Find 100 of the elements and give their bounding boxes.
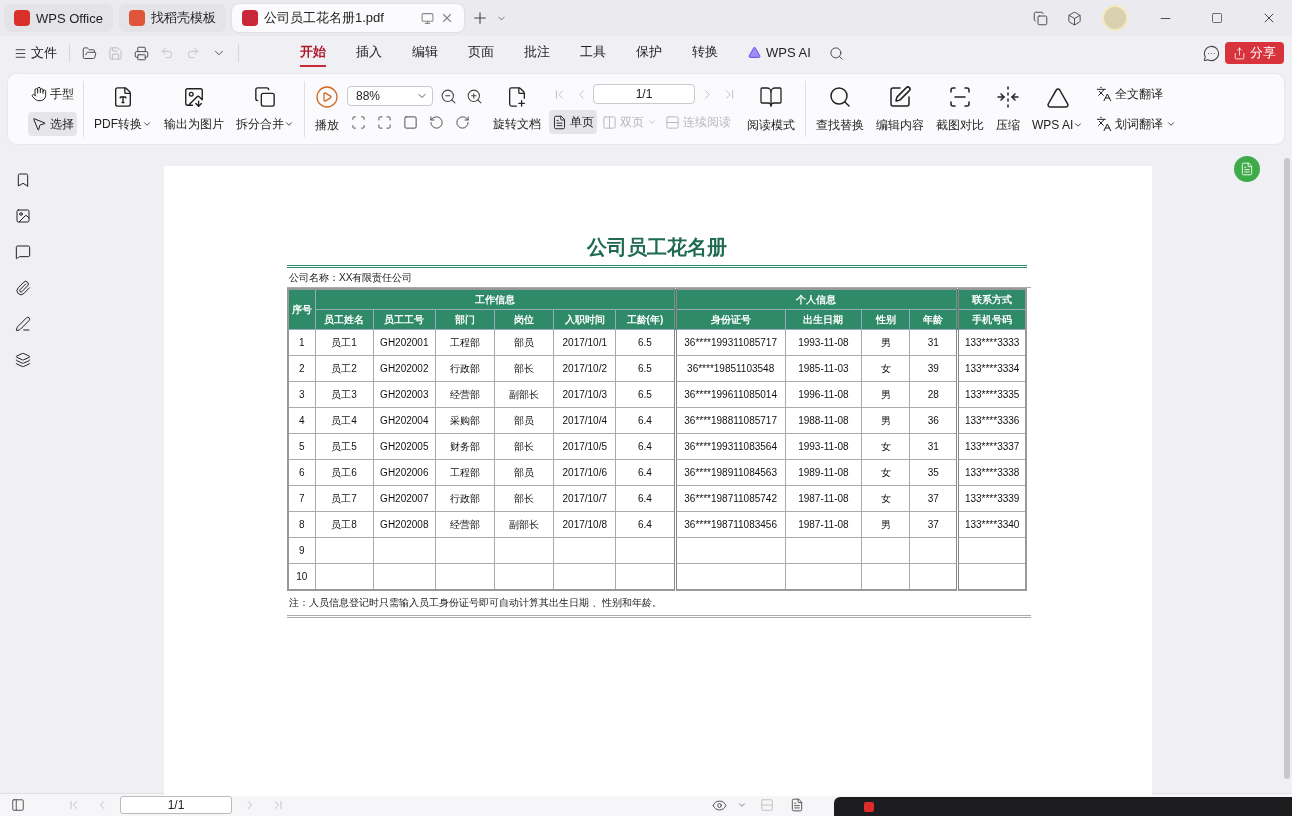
actual-size-icon[interactable]: [350, 114, 366, 130]
header-cell: 序号: [288, 289, 316, 330]
rotate-left-icon[interactable]: [428, 114, 444, 130]
floating-tool-button[interactable]: [1234, 156, 1260, 182]
menu-tab[interactable]: 保护: [636, 39, 662, 67]
window-tab[interactable]: WPS Office: [4, 4, 113, 32]
ribbon-button[interactable]: 查找替换: [814, 84, 866, 134]
table-cell: 2017/10/4: [553, 407, 616, 434]
table-cell: 3: [288, 381, 316, 408]
table-cell: 2017/10/5: [553, 433, 616, 460]
caret-icon[interactable]: [737, 800, 747, 810]
ribbon-button[interactable]: WPS AI: [1030, 86, 1086, 132]
table-cell: 女: [861, 485, 910, 512]
file-menu[interactable]: 文件: [8, 44, 63, 62]
ribbon-button[interactable]: 拆分合并: [234, 85, 296, 133]
share-button[interactable]: 分享: [1225, 42, 1284, 64]
chat-icon[interactable]: [1202, 44, 1220, 62]
maximize-icon[interactable]: [1211, 12, 1223, 24]
pointer-tool[interactable]: 手型: [28, 82, 77, 106]
table-cell: 1: [288, 329, 316, 356]
window-tab[interactable]: 公司员工花名册1.pdf: [231, 4, 464, 32]
layers-icon[interactable]: [15, 352, 31, 368]
fit-width-icon[interactable]: [402, 114, 418, 130]
book-icon: [759, 84, 783, 109]
menu-tab[interactable]: WPS AI: [748, 40, 811, 66]
document-icon: [1240, 162, 1254, 176]
caret-icon: [142, 119, 152, 129]
window-tab[interactable]: 找稻壳模板: [118, 4, 226, 32]
table-cell: 2017/10/3: [553, 381, 616, 408]
pen-icon[interactable]: [15, 316, 31, 332]
monitor-icon[interactable]: [420, 11, 434, 25]
attachment-icon[interactable]: [15, 280, 31, 296]
cube-icon[interactable]: [1066, 10, 1082, 26]
search-icon: [828, 84, 852, 109]
table-cell: 133****3335: [957, 381, 1026, 408]
table-cell: 副部长: [494, 381, 554, 408]
ribbon-button[interactable]: 输出为图片: [162, 85, 226, 133]
read-mode-button[interactable]: 阅读模式: [745, 84, 797, 134]
table-note: 注：人员信息登记时只需输入员工身份证号即可自动计算其出生日期 、性别和年龄。: [287, 591, 1031, 618]
ribbon-button[interactable]: PDF转换: [92, 85, 154, 133]
fit-page-icon[interactable]: [376, 114, 392, 130]
table-cell: 6: [288, 459, 316, 486]
table-cell: GH202006: [373, 459, 436, 486]
search-icon[interactable]: [829, 45, 845, 61]
table-cell: 员工4: [315, 407, 374, 434]
table-cell: 采购部: [435, 407, 495, 434]
zoom-in-icon[interactable]: [465, 87, 483, 105]
translate-button[interactable]: 全文翻译: [1093, 82, 1180, 106]
image-icon[interactable]: [15, 208, 31, 224]
play-button[interactable]: 播放: [313, 84, 341, 134]
page-icon: [552, 114, 567, 130]
window-icon[interactable]: [1032, 10, 1048, 26]
table-cell: 部员: [494, 407, 554, 434]
table-cell: 2017/10/1: [553, 329, 616, 356]
bookmark-icon[interactable]: [15, 172, 31, 188]
menu-tab[interactable]: 开始: [300, 39, 326, 67]
sidebar-toggle-icon[interactable]: [11, 798, 25, 812]
table-cell: 部长: [494, 433, 554, 460]
record-icon[interactable]: [864, 801, 874, 812]
table-cell: 1985-11-03: [785, 355, 862, 382]
group-header-cell: 联系方式: [957, 289, 1026, 310]
ribbon-button[interactable]: 压缩: [994, 84, 1022, 134]
zoom-select[interactable]: 88%: [347, 86, 433, 106]
menu-tab[interactable]: 工具: [580, 39, 606, 67]
table-cell: 133****3336: [957, 407, 1026, 434]
zoom-out-icon[interactable]: [439, 87, 457, 105]
page-field[interactable]: 1/1: [593, 84, 695, 104]
table-cell: 133****3339: [957, 485, 1026, 512]
menu-tab[interactable]: 页面: [468, 39, 494, 67]
ribbon-button[interactable]: 截图对比: [934, 84, 986, 134]
menu-tab[interactable]: 插入: [356, 39, 382, 67]
scrollbar-thumb[interactable]: [1284, 158, 1290, 779]
ribbon-button[interactable]: 编辑内容: [874, 84, 926, 134]
menu-tab[interactable]: 转换: [692, 39, 718, 67]
rotate-right-icon[interactable]: [454, 114, 470, 130]
group-header-cell: 个人信息: [675, 289, 958, 310]
page-field[interactable]: 1/1: [120, 796, 232, 814]
document-icon: [112, 85, 134, 108]
eye-icon[interactable]: [711, 797, 727, 813]
share-icon: [1233, 46, 1246, 60]
rotate-button[interactable]: 旋转文档: [491, 85, 543, 133]
table-cell: 8: [288, 511, 316, 538]
print-icon[interactable]: [133, 45, 149, 61]
edit-icon: [888, 84, 912, 109]
view-mode-button[interactable]: 单页: [549, 110, 597, 134]
table-cell: 133****3340: [957, 511, 1026, 538]
translate-button[interactable]: 划词翻译: [1093, 112, 1180, 136]
table-cell: 工程部: [435, 329, 495, 356]
pointer-tool[interactable]: 选择: [28, 112, 77, 136]
menu-tab[interactable]: 编辑: [412, 39, 438, 67]
table-cell: 133****3333: [957, 329, 1026, 356]
menu-tab[interactable]: 批注: [524, 39, 550, 67]
table-cell: 男: [861, 381, 910, 408]
single-page-icon[interactable]: [790, 798, 804, 812]
translate-icon: [1096, 86, 1113, 102]
folder-icon[interactable]: [81, 45, 97, 61]
table-cell: 2017/10/7: [553, 485, 616, 512]
comment-icon[interactable]: [15, 244, 31, 260]
caret-icon: [647, 117, 657, 127]
columns-icon: [602, 114, 617, 130]
